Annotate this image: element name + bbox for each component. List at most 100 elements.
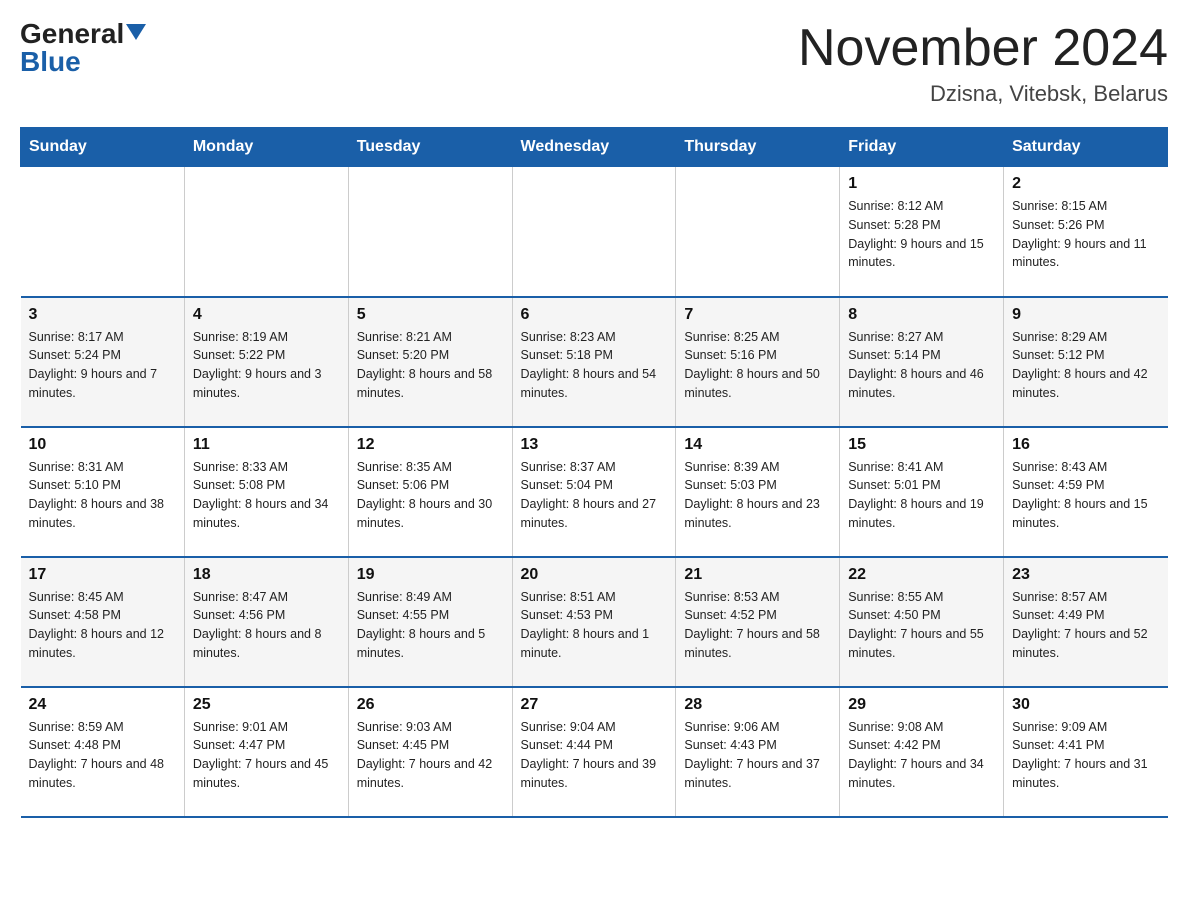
day-cell: 14 Sunrise: 8:39 AMSunset: 5:03 PMDayligh… [676,427,840,557]
day-number: 18 [193,566,340,584]
day-info: Sunrise: 8:55 AMSunset: 4:50 PMDaylight:… [848,588,995,663]
month-title: November 2024 [798,20,1168,77]
day-info: Sunrise: 8:25 AMSunset: 5:16 PMDaylight:… [684,328,831,403]
week-row-5: 24 Sunrise: 8:59 AMSunset: 4:48 PMDayligh… [21,687,1168,817]
day-info: Sunrise: 9:03 AMSunset: 4:45 PMDaylight:… [357,718,504,793]
day-info: Sunrise: 8:47 AMSunset: 4:56 PMDaylight:… [193,588,340,663]
header-cell-saturday: Saturday [1004,128,1168,167]
day-number: 5 [357,306,504,324]
logo-blue-text: Blue [20,48,81,76]
day-cell: 15Sunrise: 8:41 AMSunset: 5:01 PMDayligh… [840,427,1004,557]
day-info: Sunrise: 9:01 AMSunset: 4:47 PMDaylight:… [193,718,340,793]
day-number: 7 [684,306,831,324]
week-row-4: 17 Sunrise: 8:45 AMSunset: 4:58 PMDayligh… [21,557,1168,687]
day-number: 9 [1012,306,1159,324]
day-cell: 23 Sunrise: 8:57 AMSunset: 4:49 PMDayligh… [1004,557,1168,687]
day-cell: 22 Sunrise: 8:55 AMSunset: 4:50 PMDayligh… [840,557,1004,687]
day-number: 20 [521,566,668,584]
day-number: 12 [357,436,504,454]
day-number: 11 [193,436,340,454]
day-info: Sunrise: 9:08 AMSunset: 4:42 PMDaylight:… [848,718,995,793]
day-cell: 2Sunrise: 8:15 AMSunset: 5:26 PMDaylight… [1004,167,1168,297]
header-row: SundayMondayTuesdayWednesdayThursdayFrid… [21,128,1168,167]
day-cell: 5 Sunrise: 8:21 AMSunset: 5:20 PMDaylight… [348,297,512,427]
day-info: Sunrise: 8:33 AMSunset: 5:08 PMDaylight:… [193,458,340,533]
day-number: 14 [684,436,831,454]
day-cell [676,167,840,297]
day-info: Sunrise: 9:06 AMSunset: 4:43 PMDaylight:… [684,718,831,793]
day-number: 22 [848,566,995,584]
day-cell: 18 Sunrise: 8:47 AMSunset: 4:56 PMDayligh… [184,557,348,687]
day-cell: 21Sunrise: 8:53 AMSunset: 4:52 PMDayligh… [676,557,840,687]
day-number: 26 [357,696,504,714]
day-number: 27 [521,696,668,714]
day-info: Sunrise: 9:04 AMSunset: 4:44 PMDaylight:… [521,718,668,793]
day-number: 21 [684,566,831,584]
header-cell-friday: Friday [840,128,1004,167]
day-number: 16 [1012,436,1159,454]
day-number: 29 [848,696,995,714]
day-cell: 12 Sunrise: 8:35 AMSunset: 5:06 PMDayligh… [348,427,512,557]
day-number: 17 [29,566,176,584]
day-info: Sunrise: 8:39 AMSunset: 5:03 PMDaylight:… [684,458,831,533]
header-cell-wednesday: Wednesday [512,128,676,167]
day-info: Sunrise: 8:17 AMSunset: 5:24 PMDaylight:… [29,328,176,403]
day-cell: 27 Sunrise: 9:04 AMSunset: 4:44 PMDayligh… [512,687,676,817]
day-number: 10 [29,436,176,454]
day-cell: 25 Sunrise: 9:01 AMSunset: 4:47 PMDayligh… [184,687,348,817]
day-cell: 4Sunrise: 8:19 AMSunset: 5:22 PMDaylight… [184,297,348,427]
page-header: General Blue November 2024 Dzisna, Viteb… [20,20,1168,107]
calendar-header: SundayMondayTuesdayWednesdayThursdayFrid… [21,128,1168,167]
day-info: Sunrise: 8:35 AMSunset: 5:06 PMDaylight:… [357,458,504,533]
day-cell: 11 Sunrise: 8:33 AMSunset: 5:08 PMDayligh… [184,427,348,557]
day-number: 28 [684,696,831,714]
day-info: Sunrise: 8:27 AMSunset: 5:14 PMDaylight:… [848,328,995,403]
header-cell-tuesday: Tuesday [348,128,512,167]
day-cell: 28 Sunrise: 9:06 AMSunset: 4:43 PMDayligh… [676,687,840,817]
day-info: Sunrise: 8:12 AMSunset: 5:28 PMDaylight:… [848,197,995,272]
day-info: Sunrise: 8:57 AMSunset: 4:49 PMDaylight:… [1012,588,1159,663]
day-info: Sunrise: 8:59 AMSunset: 4:48 PMDaylight:… [29,718,176,793]
header-cell-thursday: Thursday [676,128,840,167]
week-row-2: 3Sunrise: 8:17 AMSunset: 5:24 PMDaylight… [21,297,1168,427]
day-cell: 6 Sunrise: 8:23 AMSunset: 5:18 PMDaylight… [512,297,676,427]
day-info: Sunrise: 8:51 AMSunset: 4:53 PMDaylight:… [521,588,668,663]
day-info: Sunrise: 8:41 AMSunset: 5:01 PMDaylight:… [848,458,995,533]
day-info: Sunrise: 8:31 AMSunset: 5:10 PMDaylight:… [29,458,176,533]
day-cell: 16 Sunrise: 8:43 AMSunset: 4:59 PMDayligh… [1004,427,1168,557]
day-number: 4 [193,306,340,324]
location-text: Dzisna, Vitebsk, Belarus [798,81,1168,107]
day-cell: 19Sunrise: 8:49 AMSunset: 4:55 PMDayligh… [348,557,512,687]
day-number: 13 [521,436,668,454]
day-info: Sunrise: 8:43 AMSunset: 4:59 PMDaylight:… [1012,458,1159,533]
day-number: 24 [29,696,176,714]
logo: General Blue [20,20,146,76]
day-cell: 24 Sunrise: 8:59 AMSunset: 4:48 PMDayligh… [21,687,185,817]
day-number: 8 [848,306,995,324]
calendar-table: SundayMondayTuesdayWednesdayThursdayFrid… [20,127,1168,818]
day-cell [512,167,676,297]
day-cell: 7 Sunrise: 8:25 AMSunset: 5:16 PMDaylight… [676,297,840,427]
day-info: Sunrise: 9:09 AMSunset: 4:41 PMDaylight:… [1012,718,1159,793]
day-info: Sunrise: 8:15 AMSunset: 5:26 PMDaylight:… [1012,197,1159,272]
day-number: 25 [193,696,340,714]
day-cell: 1Sunrise: 8:12 AMSunset: 5:28 PMDaylight… [840,167,1004,297]
day-info: Sunrise: 8:49 AMSunset: 4:55 PMDaylight:… [357,588,504,663]
day-cell [184,167,348,297]
logo-triangle-icon [126,24,146,40]
title-block: November 2024 Dzisna, Vitebsk, Belarus [798,20,1168,107]
day-number: 6 [521,306,668,324]
day-number: 23 [1012,566,1159,584]
day-info: Sunrise: 8:29 AMSunset: 5:12 PMDaylight:… [1012,328,1159,403]
day-cell: 17 Sunrise: 8:45 AMSunset: 4:58 PMDayligh… [21,557,185,687]
day-info: Sunrise: 8:21 AMSunset: 5:20 PMDaylight:… [357,328,504,403]
day-cell: 30Sunrise: 9:09 AMSunset: 4:41 PMDayligh… [1004,687,1168,817]
day-cell [21,167,185,297]
calendar-body: 1Sunrise: 8:12 AMSunset: 5:28 PMDaylight… [21,167,1168,817]
day-cell: 9 Sunrise: 8:29 AMSunset: 5:12 PMDaylight… [1004,297,1168,427]
day-info: Sunrise: 8:45 AMSunset: 4:58 PMDaylight:… [29,588,176,663]
day-cell: 8 Sunrise: 8:27 AMSunset: 5:14 PMDaylight… [840,297,1004,427]
day-cell: 13Sunrise: 8:37 AMSunset: 5:04 PMDayligh… [512,427,676,557]
day-info: Sunrise: 8:23 AMSunset: 5:18 PMDaylight:… [521,328,668,403]
day-cell: 3Sunrise: 8:17 AMSunset: 5:24 PMDaylight… [21,297,185,427]
